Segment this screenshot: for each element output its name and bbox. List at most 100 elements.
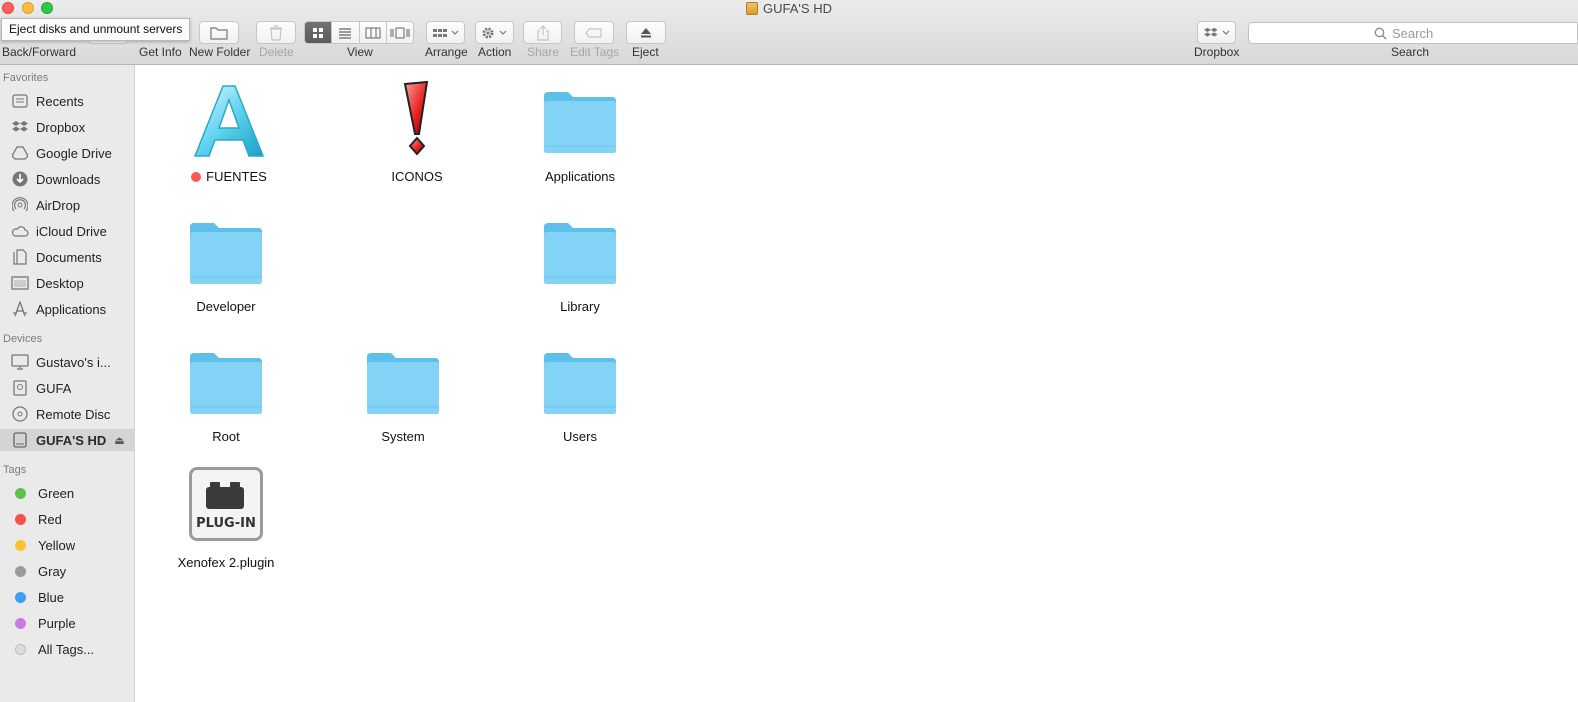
list-icon xyxy=(339,27,352,39)
file-item-iconos[interactable]: ICONOS xyxy=(337,74,497,184)
edit-tags-button[interactable] xyxy=(574,21,614,44)
folder-icon xyxy=(190,223,262,284)
eject-button[interactable] xyxy=(626,21,666,44)
search-input[interactable] xyxy=(1392,25,1452,41)
search-field[interactable] xyxy=(1248,22,1578,44)
sidebar-item-label: Green xyxy=(38,485,75,501)
delete-button[interactable] xyxy=(256,21,296,44)
sidebar-item-applications[interactable]: Applications xyxy=(0,298,134,320)
file-item-library[interactable]: Library xyxy=(500,205,660,314)
dropbox-label: Dropbox xyxy=(1194,45,1240,59)
sidebar-item-google-drive[interactable]: Google Drive xyxy=(0,142,134,164)
tag-dot-icon xyxy=(15,617,26,629)
file-item-applications[interactable]: Applications xyxy=(500,74,660,184)
favorites-heading: Favorites xyxy=(3,72,49,84)
sidebar-tag-yellow[interactable]: Yellow xyxy=(0,534,134,556)
fonts-a-icon xyxy=(193,85,265,157)
file-item-developer[interactable]: Developer xyxy=(146,205,306,314)
sidebar-item-airdrop[interactable]: AirDrop xyxy=(0,194,134,216)
file-item-label: Users xyxy=(563,429,597,444)
eject-icon xyxy=(641,28,651,38)
sidebar-item-label: Red xyxy=(38,511,62,527)
sidebar-item-label: iCloud Drive xyxy=(36,223,107,239)
dropbox-button[interactable] xyxy=(1197,21,1236,44)
folder-icon xyxy=(544,92,616,153)
lego-brick-icon xyxy=(206,482,244,509)
sidebar-item-desktop[interactable]: Desktop xyxy=(0,272,134,294)
sidebar-tag-red[interactable]: Red xyxy=(0,508,134,530)
sidebar-item-label: Blue xyxy=(38,589,65,605)
computer-icon xyxy=(10,354,30,370)
window-title: GUFA'S HD xyxy=(0,0,1578,17)
file-item-fuentes[interactable]: FUENTES xyxy=(149,74,309,184)
sidebar-item-dropbox[interactable]: Dropbox xyxy=(0,116,134,138)
eject-tooltip: Eject disks and unmount servers xyxy=(1,18,191,41)
google-drive-icon xyxy=(10,145,30,161)
sidebar-tag-all[interactable]: All Tags... xyxy=(0,638,134,660)
sidebar-item-label: Applications xyxy=(36,301,107,317)
downloads-icon xyxy=(10,171,30,187)
arrange-grid-icon xyxy=(432,28,458,37)
airdrop-icon xyxy=(10,197,30,213)
sidebar-tag-gray[interactable]: Gray xyxy=(0,560,134,582)
tag-dot-icon xyxy=(15,643,26,655)
action-label: Action xyxy=(478,45,512,59)
share-button[interactable] xyxy=(523,21,562,44)
hard-drive-icon xyxy=(10,432,30,448)
desktop-icon xyxy=(10,275,30,291)
tag-dot-icon xyxy=(15,565,26,577)
file-grid: FUENTES ICONOS Applications Developer Li… xyxy=(136,66,1578,702)
file-item-root[interactable]: Root xyxy=(146,335,306,444)
file-item-system[interactable]: System xyxy=(323,335,483,444)
sidebar-item-recents[interactable]: Recents xyxy=(0,90,134,112)
file-item-xenofex-plugin[interactable]: PLUG-IN Xenofex 2.plugin xyxy=(146,465,306,570)
tag-dot-icon xyxy=(15,513,26,525)
eject-icon[interactable]: ⏏ xyxy=(114,434,124,447)
list-view-button[interactable] xyxy=(332,22,360,43)
sidebar-item-remote-disc[interactable]: Remote Disc xyxy=(0,403,134,425)
view-mode-control[interactable] xyxy=(304,21,414,44)
icloud-icon xyxy=(10,223,30,239)
tag-dot-icon xyxy=(15,591,26,603)
coverflow-icon xyxy=(390,27,410,38)
sidebar-item-label: Gray xyxy=(38,563,67,579)
eject-label: Eject xyxy=(632,45,659,59)
plugin-badge-text: PLUG-IN xyxy=(196,516,256,531)
new-folder-button[interactable] xyxy=(199,21,239,44)
icon-view-button[interactable] xyxy=(305,22,333,43)
sidebar-item-downloads[interactable]: Downloads xyxy=(0,168,134,190)
sidebar-item-label: Recents xyxy=(36,93,84,109)
sidebar-item-icloud-drive[interactable]: iCloud Drive xyxy=(0,220,134,242)
folder-icon xyxy=(544,223,616,284)
file-item-label: FUENTES xyxy=(149,169,309,184)
remote-disc-icon xyxy=(10,406,30,422)
gallery-view-button[interactable] xyxy=(387,22,413,43)
sidebar-item-label: Yellow xyxy=(38,537,76,553)
sidebar-item-gufa[interactable]: GUFA xyxy=(0,377,134,399)
sidebar-tag-purple[interactable]: Purple xyxy=(0,612,134,634)
new-folder-icon xyxy=(210,26,228,40)
file-item-label: Library xyxy=(560,299,600,314)
sidebar-item-label: AirDrop xyxy=(36,197,81,213)
sidebar-item-documents[interactable]: Documents xyxy=(0,246,134,268)
file-item-label: Root xyxy=(212,429,240,444)
file-item-users[interactable]: Users xyxy=(500,335,660,444)
sidebar-tag-blue[interactable]: Blue xyxy=(0,586,134,608)
view-label: View xyxy=(347,45,373,59)
folder-icon xyxy=(190,353,262,414)
columns-icon xyxy=(365,27,381,38)
arrange-button[interactable] xyxy=(426,21,465,44)
share-label: Share xyxy=(527,45,560,59)
sidebar: Favorites Recents Dropbox Google Drive D… xyxy=(0,65,135,702)
sidebar-item-gufas-hd[interactable]: GUFA'S HD ⏏ xyxy=(0,429,134,451)
action-button[interactable] xyxy=(475,21,514,44)
column-view-button[interactable] xyxy=(360,22,387,43)
sidebar-item-computer[interactable]: Gustavo's i... xyxy=(0,351,134,373)
get-info-label: Get Info xyxy=(139,45,182,59)
folder-icon xyxy=(544,353,616,414)
tag-dot-icon xyxy=(15,487,26,499)
sidebar-item-label: Documents xyxy=(36,249,102,265)
documents-icon xyxy=(10,249,30,265)
sidebar-tag-green[interactable]: Green xyxy=(0,482,134,504)
tag-dot-icon xyxy=(15,539,26,551)
